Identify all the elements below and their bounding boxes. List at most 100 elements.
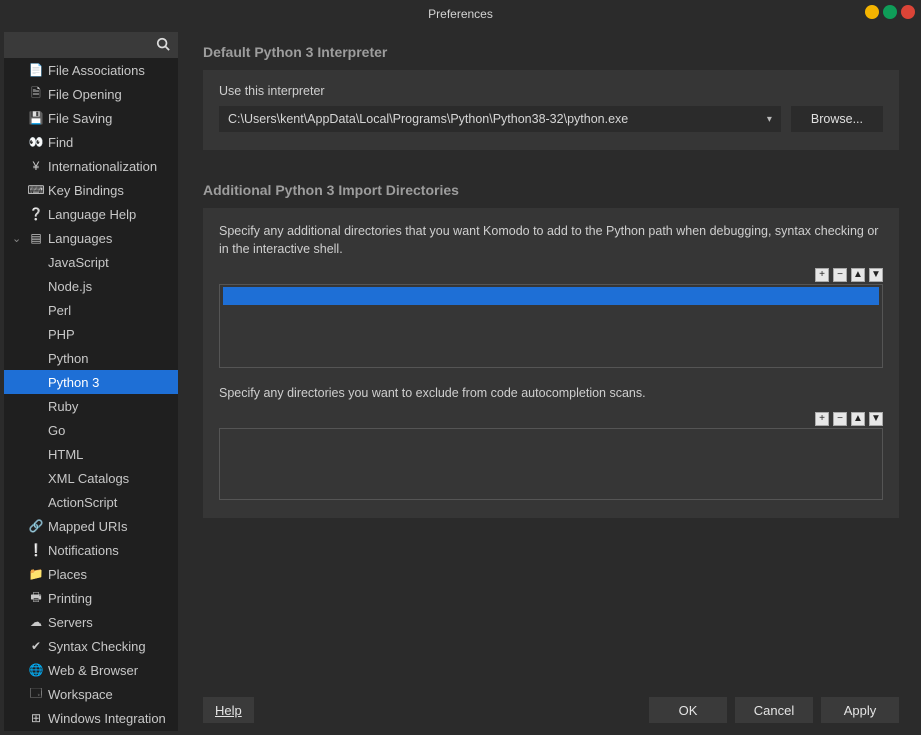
sidebar-item-label: Workspace bbox=[48, 687, 113, 702]
windows-integration-icon: ⊞ bbox=[28, 711, 44, 725]
close-icon[interactable] bbox=[901, 5, 915, 19]
language-help-icon: ❔ bbox=[28, 207, 44, 221]
exclude-moveup-icon[interactable]: ▲ bbox=[851, 412, 865, 426]
search-bar[interactable] bbox=[4, 32, 178, 58]
sidebar-item-key-bindings[interactable]: ⌨Key Bindings bbox=[4, 178, 178, 202]
exclude-list-controls: + − ▲ ▼ bbox=[219, 412, 883, 426]
file-saving-icon: 💾 bbox=[28, 111, 44, 125]
sidebar-item-label: Node.js bbox=[48, 279, 92, 294]
sidebar-item-syntax-checking[interactable]: ✔Syntax Checking bbox=[4, 634, 178, 658]
include-remove-icon[interactable]: − bbox=[833, 268, 847, 282]
sidebar-item-notifications[interactable]: ❕ Notifications bbox=[4, 538, 178, 562]
web-browser-icon: 🌐 bbox=[28, 663, 44, 677]
sidebar-item-servers[interactable]: ☁ Servers bbox=[4, 610, 178, 634]
search-icon bbox=[156, 37, 170, 54]
cancel-button[interactable]: Cancel bbox=[735, 697, 813, 723]
exclude-add-icon[interactable]: + bbox=[815, 412, 829, 426]
sidebar-item-web-browser[interactable]: 🌐Web & Browser bbox=[4, 658, 178, 682]
sidebar-item-node-js[interactable]: Node.js bbox=[4, 274, 178, 298]
sidebar-item-label: HTML bbox=[48, 447, 83, 462]
include-help-text: Specify any additional directories that … bbox=[219, 222, 883, 258]
include-moveup-icon[interactable]: ▲ bbox=[851, 268, 865, 282]
find-icon: 👀 bbox=[28, 135, 44, 149]
interpreter-path: C:\Users\kent\AppData\Local\Programs\Pyt… bbox=[228, 112, 628, 126]
sidebar-item-label: Languages bbox=[48, 231, 112, 246]
sidebar-item-label: File Associations bbox=[48, 63, 145, 78]
sidebar-item-file-associations[interactable]: 📄 File Associations bbox=[4, 58, 178, 82]
include-movedown-icon[interactable]: ▼ bbox=[869, 268, 883, 282]
exclude-remove-icon[interactable]: − bbox=[833, 412, 847, 426]
sidebar-item-language-help[interactable]: ❔ Language Help bbox=[4, 202, 178, 226]
include-add-icon[interactable]: + bbox=[815, 268, 829, 282]
help-button[interactable]: Help bbox=[203, 697, 254, 723]
places-icon: 📁 bbox=[28, 567, 44, 581]
sidebar-item-label: Language Help bbox=[48, 207, 136, 222]
sidebar-item-actionscript[interactable]: ActionScript bbox=[4, 490, 178, 514]
sidebar-item-workspace[interactable]: 🗔Workspace bbox=[4, 682, 178, 706]
sidebar-item-python-3[interactable]: Python 3 bbox=[4, 370, 178, 394]
sidebar-item-internationalization[interactable]: ¥Internationalization bbox=[4, 154, 178, 178]
sidebar-item-label: Mapped URIs bbox=[48, 519, 127, 534]
sidebar-item-label: Find bbox=[48, 135, 73, 150]
interpreter-select[interactable]: C:\Users\kent\AppData\Local\Programs\Pyt… bbox=[219, 106, 781, 132]
sidebar-item-label: Ruby bbox=[48, 399, 78, 414]
sidebar-item-label: Notifications bbox=[48, 543, 119, 558]
interpreter-section-title: Default Python 3 Interpreter bbox=[203, 44, 899, 60]
maximize-icon[interactable] bbox=[883, 5, 897, 19]
sidebar-item-places[interactable]: 📁 Places bbox=[4, 562, 178, 586]
include-selected-row[interactable] bbox=[223, 287, 879, 305]
sidebar-item-file-saving[interactable]: 💾File Saving bbox=[4, 106, 178, 130]
window-title: Preferences bbox=[428, 7, 493, 21]
sidebar-item-languages[interactable]: ▤ Languages bbox=[4, 226, 178, 250]
importdirs-panel: Specify any additional directories that … bbox=[203, 208, 899, 518]
languages-icon: ▤ bbox=[28, 231, 44, 245]
sidebar-item-html[interactable]: HTML bbox=[4, 442, 178, 466]
sidebar-item-label: JavaScript bbox=[48, 255, 109, 270]
mapped-uris-icon: 🔗 bbox=[28, 519, 44, 533]
include-directories-list[interactable] bbox=[219, 284, 883, 368]
exclude-directories-list[interactable] bbox=[219, 428, 883, 500]
browse-button[interactable]: Browse... bbox=[791, 106, 883, 132]
internationalization-icon: ¥ bbox=[28, 159, 44, 173]
sidebar-item-python[interactable]: Python bbox=[4, 346, 178, 370]
sidebar-item-label: Go bbox=[48, 423, 65, 438]
file-associations-icon: 📄 bbox=[28, 63, 44, 77]
category-tree[interactable]: 📄 File Associations 🗎File Opening💾File Sav… bbox=[4, 58, 178, 731]
apply-button[interactable]: Apply bbox=[821, 697, 899, 723]
sidebar-item-label: Places bbox=[48, 567, 87, 582]
sidebar-item-label: XML Catalogs bbox=[48, 471, 129, 486]
sidebar-item-printing[interactable]: 🖶 Printing bbox=[4, 586, 178, 610]
sidebar-item-label: Servers bbox=[48, 615, 93, 630]
exclude-movedown-icon[interactable]: ▼ bbox=[869, 412, 883, 426]
minimize-icon[interactable] bbox=[865, 5, 879, 19]
sidebar-item-find[interactable]: 👀 Find bbox=[4, 130, 178, 154]
notifications-icon: ❕ bbox=[28, 543, 44, 557]
sidebar-item-ruby[interactable]: Ruby bbox=[4, 394, 178, 418]
sidebar-item-xml-catalogs[interactable]: XML Catalogs bbox=[4, 466, 178, 490]
sidebar-item-label: PHP bbox=[48, 327, 75, 342]
sidebar-item-label: Syntax Checking bbox=[48, 639, 146, 654]
importdirs-section-title: Additional Python 3 Import Directories bbox=[203, 182, 899, 198]
sidebar-item-file-opening[interactable]: 🗎File Opening bbox=[4, 82, 178, 106]
sidebar-item-perl[interactable]: Perl bbox=[4, 298, 178, 322]
dialog-button-bar: Help OK Cancel Apply bbox=[203, 697, 899, 723]
servers-icon: ☁ bbox=[28, 615, 44, 629]
printing-icon: 🖶 bbox=[28, 588, 44, 609]
file-opening-icon: 🗎 bbox=[28, 84, 44, 105]
sidebar-item-label: Python 3 bbox=[48, 375, 99, 390]
content-pane: Default Python 3 Interpreter Use this in… bbox=[181, 28, 921, 735]
sidebar-item-javascript[interactable]: JavaScript bbox=[4, 250, 178, 274]
window-controls bbox=[865, 5, 915, 19]
sidebar-item-mapped-uris[interactable]: 🔗 Mapped URIs bbox=[4, 514, 178, 538]
sidebar-item-php[interactable]: PHP bbox=[4, 322, 178, 346]
sidebar-item-windows-integration[interactable]: ⊞ Windows Integration bbox=[4, 706, 178, 730]
sidebar: 📄 File Associations 🗎File Opening💾File Sav… bbox=[4, 32, 179, 731]
sidebar-item-label: Windows Integration bbox=[48, 711, 166, 726]
sidebar-item-go[interactable]: Go bbox=[4, 418, 178, 442]
ok-button[interactable]: OK bbox=[649, 697, 727, 723]
sidebar-item-label: Key Bindings bbox=[48, 183, 124, 198]
interpreter-label: Use this interpreter bbox=[219, 84, 883, 98]
sidebar-item-label: Printing bbox=[48, 591, 92, 606]
sidebar-item-label: Perl bbox=[48, 303, 71, 318]
chevron-down-icon: ▾ bbox=[767, 114, 772, 125]
